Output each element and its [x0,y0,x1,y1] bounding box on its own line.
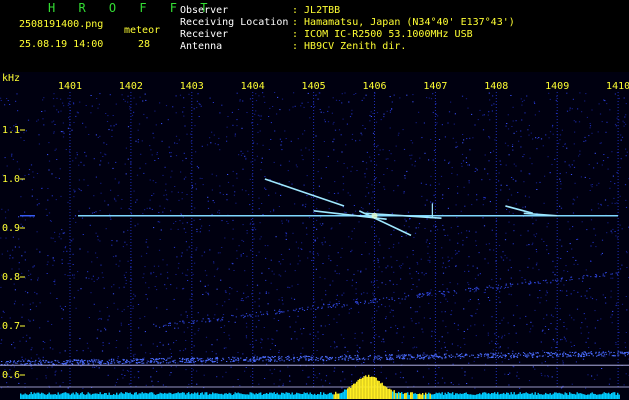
time-tick-label: 1407 [423,81,447,92]
time-tick-label: 1410 [606,81,629,92]
meteor-head-echo [371,212,378,219]
info-key-location: Receiving Location [180,17,289,28]
freq-tick-label: 1.0 [2,174,20,185]
info-key-receiver: Receiver [180,29,229,40]
time-tick-label: 1405 [302,81,326,92]
spectrogram-background [0,72,629,400]
header-panel: H R O F F T 2508191400.png 25.08.19 14:0… [0,0,629,72]
meteor-label: meteor [124,25,161,36]
spectrogram-panel: kHz 1401 1402 1403 1404 1405 1406 1407 1408 1409… [0,72,629,400]
time-tick-label: 1408 [484,81,508,92]
time-tick-label: 1404 [241,81,265,92]
info-key-antenna: Antenna [180,41,223,52]
freq-tick-label: 0.6 [2,370,20,381]
freq-tick-label: 0.7 [2,321,20,332]
time-tick-label: 1409 [545,81,569,92]
file-name: 2508191400.png [19,19,104,30]
info-value-antenna: : HB9CV Zenith dir. [292,41,407,52]
date-time: 25.08.19 14:00 [19,39,104,50]
freq-tick-label: 0.8 [2,272,20,283]
freq-unit-label: kHz [2,73,20,84]
info-value-receiver: : ICOM IC-R2500 53.1000MHz USB [292,29,473,40]
info-key-observer: Observer [180,5,229,16]
freq-tick-label: 1.1 [2,125,20,136]
time-tick-label: 1402 [119,81,143,92]
time-tick-label: 1403 [180,81,204,92]
time-tick-label: 1401 [58,81,82,92]
meteor-count: 28 [138,39,151,50]
info-value-observer: : JL2TBB [292,5,341,16]
info-value-location: : Hamamatsu, Japan (N34°40' E137°43') [292,17,515,28]
time-tick-label: 1406 [362,81,386,92]
freq-tick-label: 0.9 [2,223,20,234]
spectrogram-canvas: kHz 1401 1402 1403 1404 1405 1406 1407 1408 1409… [0,72,629,400]
